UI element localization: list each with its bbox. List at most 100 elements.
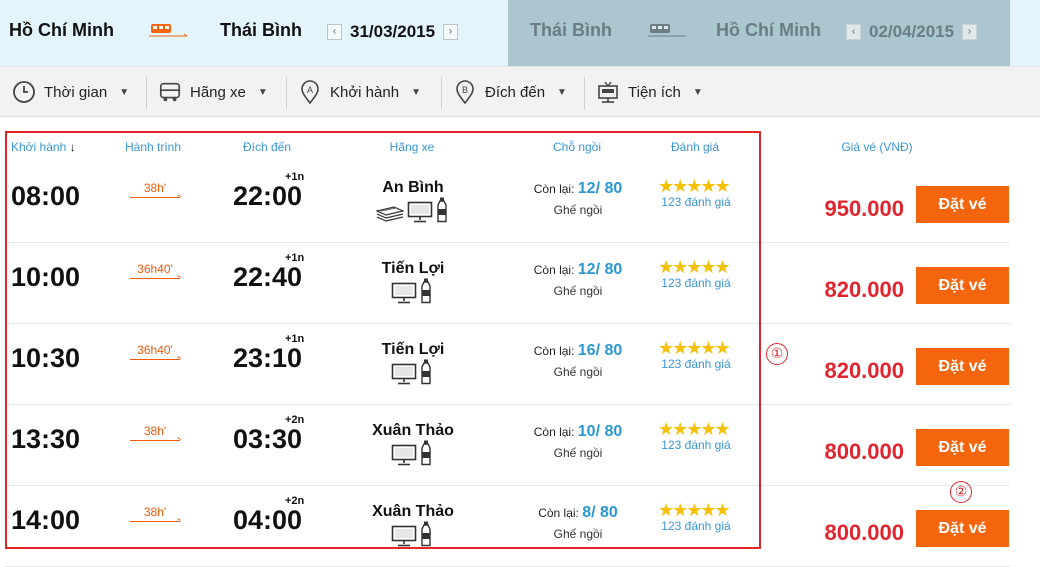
ticket-price: 950.000 [824,196,904,221]
filter-label: Thời gian [44,83,108,101]
rating-stars: ★★★★★ [658,257,731,277]
operator-name[interactable]: Xuân Thảo [372,422,454,440]
departure-time: 08:00 [11,181,81,211]
amenities [391,521,435,552]
book-button[interactable]: Đặt vé [916,186,1009,223]
filter-label: Khởi hành [330,83,400,101]
chevron-down-icon: ▼ [119,86,130,98]
tv-icon [391,444,417,471]
amenity-icon [596,80,620,104]
next-date-button[interactable]: › [443,24,459,40]
filter-label: Đích đến [485,83,546,101]
book-button[interactable]: Đặt vé [916,348,1009,385]
rating-stars: ★★★★★ [658,419,731,439]
trip-duration: 38h' [143,505,167,519]
day-offset: +1n [285,252,305,264]
seat-type: Ghế ngồi [553,284,603,298]
trip-duration: 38h' [143,181,167,195]
seat-type: Ghế ngồi [553,203,603,217]
bus-icon [648,24,686,37]
chevron-down-icon: ▼ [257,86,268,98]
prev-date-button[interactable]: ‹ [846,24,861,40]
seat-count: 10/ 80 [577,423,623,440]
rating-stars: ★★★★★ [658,338,731,358]
return-date: 02/04/2015 [869,22,955,41]
arrival-time: 03:30 [233,424,303,454]
next-date-button[interactable]: › [962,24,978,40]
header-price[interactable]: Giá vé (VNĐ) [841,140,912,154]
review-count-link[interactable]: 123 đánh giá [661,195,730,209]
clock-icon [12,80,36,104]
book-button[interactable]: Đặt vé [916,510,1009,547]
pin-b-icon: B [453,80,477,104]
duration-arrow [130,521,180,522]
ticket-price: 800.000 [824,520,904,545]
water-bottle-icon [420,359,432,390]
review-count-link[interactable]: 123 đánh giá [661,519,730,533]
svg-text:A: A [307,85,313,95]
seat-type: Ghế ngồi [553,527,603,541]
header-seats[interactable]: Chỗ ngồi [553,140,601,154]
filter-label: Tiện ích [628,83,681,101]
blanket-icon [374,203,405,228]
departure-time: 13:30 [11,424,81,454]
annotation-marker-1: ① [766,343,788,365]
tv-icon [391,525,417,552]
operator-name[interactable]: Tiến Lợi [382,260,445,278]
filter-destination[interactable]: B Đích đến ▼ [453,79,567,105]
trip-duration: 38h' [143,424,167,438]
bus-icon [149,24,188,37]
header-destination[interactable]: Đích đến [243,140,291,154]
filter-label: Hãng xe [190,83,246,101]
trip-duration: 36h40' [137,262,173,276]
annotation-marker-2: ② [950,481,972,503]
svg-text:B: B [462,85,468,95]
trip-row: 13:30 38h' 03:30 +2n Xuân Thảo Còn lại: … [0,405,1010,486]
filter-departure[interactable]: A Khởi hành ▼ [298,79,421,105]
header-journey[interactable]: Hành trình [125,140,181,154]
bus-icon [158,80,182,104]
departure-time: 10:30 [11,343,81,373]
sort-down-icon: ↓ [69,140,76,154]
header-rating[interactable]: Đánh giá [671,140,719,154]
trip-duration: 36h40' [137,343,173,357]
amenities [391,440,435,471]
operator-name[interactable]: An Bình [382,179,443,197]
prev-date-button[interactable]: ‹ [327,24,342,40]
filter-amenities[interactable]: Tiện ích ▼ [596,79,703,105]
outbound-origin: Hồ Chí Minh [9,20,114,40]
operator-name[interactable]: Xuân Thảo [372,503,454,521]
day-offset: +1n [285,333,305,345]
header-operator[interactable]: Hãng xe [390,140,435,154]
operator-name[interactable]: Tiến Lợi [382,341,445,359]
trip-row: 10:30 36h40' 23:10 +1n Tiến Lợi Còn lại:… [0,324,1010,405]
book-button[interactable]: Đặt vé [916,429,1009,466]
filter-time[interactable]: Thời gian ▼ [12,79,129,105]
review-count-link[interactable]: 123 đánh giá [661,357,730,371]
ticket-price: 800.000 [824,439,904,464]
tv-icon [391,282,417,309]
filter-operator[interactable]: Hãng xe ▼ [158,79,268,105]
water-bottle-icon [420,521,432,552]
review-count-link[interactable]: 123 đánh giá [661,276,730,290]
book-button[interactable]: Đặt vé [916,267,1009,304]
review-count-link[interactable]: 123 đánh giá [661,438,730,452]
departure-time: 10:00 [11,262,81,292]
seat-type: Ghế ngồi [553,446,603,460]
day-offset: +2n [285,414,305,426]
water-bottle-icon [420,278,432,309]
return-route[interactable]: Thái Bình Hồ Chí Minh ‹ 02/04/2015 › [508,0,1010,66]
return-destination: Hồ Chí Minh [716,20,821,40]
tv-icon [391,363,417,390]
amenities [391,359,435,390]
chevron-down-icon: ▼ [692,86,703,98]
return-date-nav: ‹ 02/04/2015 › [846,22,978,42]
header-departure[interactable]: Khởi hành ↓ [11,140,76,154]
arrival-time: 22:00 [233,181,303,211]
seat-count: 16/ 80 [577,342,623,359]
seat-type: Ghế ngồi [553,365,603,379]
outbound-destination: Thái Bình [220,20,302,40]
day-offset: +1n [285,171,305,183]
arrival-time: 23:10 [233,343,303,373]
arrival-time: 22:40 [233,262,303,292]
